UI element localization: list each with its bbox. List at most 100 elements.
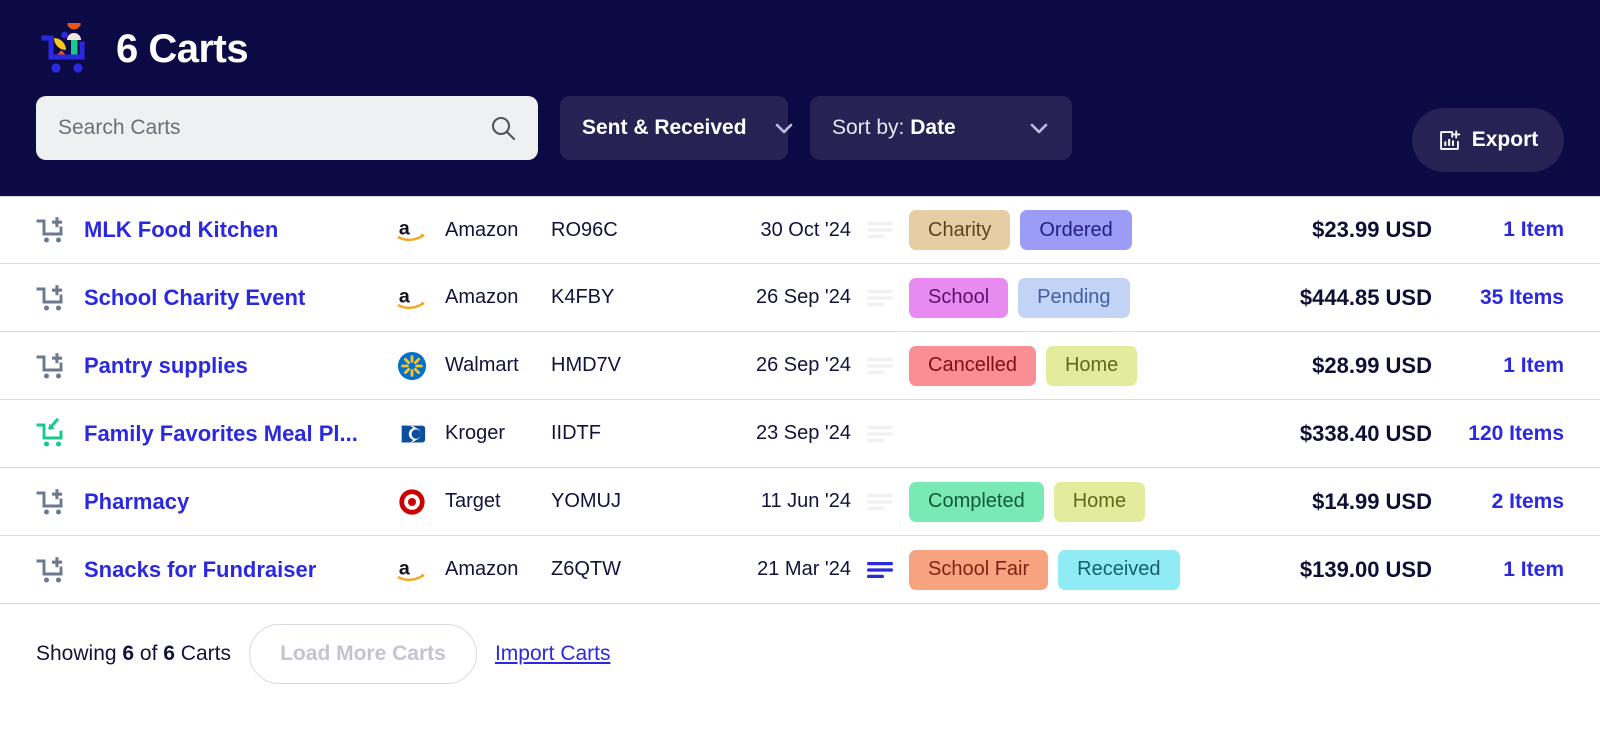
cart-name-link[interactable]: MLK Food Kitchen — [84, 217, 393, 243]
svg-text:a: a — [399, 285, 411, 307]
cart-plus-icon — [36, 554, 70, 586]
filter-dropdown[interactable]: Sent & Received — [560, 96, 792, 160]
search-box[interactable] — [36, 96, 538, 160]
tag-list: School Pending — [909, 277, 1227, 318]
store-name: Amazon — [445, 558, 519, 580]
table-row[interactable]: MLK Food Kitchen a Amazon RO96C 30 Oct '24 Ch… — [0, 196, 1600, 264]
tag-list: Cancelled Home — [909, 345, 1227, 386]
table-row[interactable]: Family Favorites Meal Pl... Kroger IIDTF 23… — [0, 400, 1600, 468]
table-row[interactable]: Pantry supplies Walmart HMD7V 26 Sep '24 Can… — [0, 332, 1600, 400]
sort-dropdown[interactable]: Sort by: Date — [810, 96, 1072, 160]
tag-badge[interactable]: Home — [1053, 481, 1146, 522]
cart-total: $139.00 USD — [1299, 556, 1432, 582]
cart-name-link[interactable]: Family Favorites Meal Pl... — [84, 421, 393, 447]
export-chart-icon — [1438, 129, 1461, 152]
amazon-logo: a — [393, 216, 431, 244]
amazon-logo: a — [393, 556, 431, 584]
tag-badge[interactable]: School — [909, 277, 1009, 318]
cart-date: 21 Mar '24 — [757, 558, 851, 580]
table-footer: Showing 6 of 6 Carts Load More Carts Imp… — [0, 604, 1600, 704]
cart-total: $338.40 USD — [1299, 420, 1432, 446]
cart-item-count-link[interactable]: 2 Items — [1492, 490, 1564, 513]
shopping-cart-logo-icon — [36, 18, 98, 80]
cart-name-link[interactable]: School Charity Event — [84, 285, 393, 311]
cart-code: HMD7V — [551, 354, 622, 376]
tag-list: Completed Home — [909, 481, 1227, 522]
export-button-label: Export — [1471, 128, 1539, 151]
brand: 6 Carts — [36, 0, 1564, 86]
amazon-logo: a — [393, 284, 431, 312]
tag-badge[interactable]: Received — [1058, 549, 1180, 590]
table-row[interactable]: Snacks for Fundraiser a Amazon Z6QTW 21 Mar … — [0, 536, 1600, 604]
tag-badge[interactable]: Ordered — [1020, 210, 1132, 250]
walmart-logo — [393, 351, 431, 381]
notes-lines-icon[interactable] — [851, 221, 909, 239]
cart-total: $14.99 USD — [1312, 488, 1432, 514]
svg-text:a: a — [399, 557, 411, 579]
page-title: 6 Carts — [116, 27, 249, 71]
cart-plus-icon — [36, 214, 70, 246]
notes-lines-icon[interactable] — [851, 289, 909, 307]
table-row[interactable]: Pharmacy Target YOMUJ 11 Jun '24 Completed Ho… — [0, 468, 1600, 536]
kroger-logo — [393, 419, 431, 449]
carts-table: MLK Food Kitchen a Amazon RO96C 30 Oct '24 Ch… — [0, 196, 1600, 604]
search-input[interactable] — [58, 116, 490, 140]
showing-count: Showing 6 of 6 Carts — [36, 642, 231, 666]
cart-date: 11 Jun '24 — [760, 490, 851, 512]
tag-badge[interactable]: Cancelled — [909, 345, 1036, 386]
tag-badge[interactable]: School Fair — [909, 549, 1049, 590]
cart-item-count-link[interactable]: 35 Items — [1480, 286, 1564, 309]
cart-name-link[interactable]: Snacks for Fundraiser — [84, 557, 393, 583]
table-row[interactable]: School Charity Event a Amazon K4FBY 26 Sep '… — [0, 264, 1600, 332]
tag-list: School Fair Received — [909, 549, 1227, 590]
tag-badge[interactable]: Pending — [1018, 277, 1130, 318]
cart-date: 23 Sep '24 — [755, 422, 851, 444]
cart-item-count-link[interactable]: 120 Items — [1468, 422, 1564, 445]
sort-dropdown-prefix: Sort by: — [832, 116, 905, 139]
shown-count: 6 — [122, 642, 135, 665]
store-name: Amazon — [445, 286, 519, 308]
cart-item-count-link[interactable]: 1 Item — [1503, 218, 1564, 241]
app-header: 6 Carts Sent & Received Sort by: — [0, 0, 1600, 196]
tag-badge[interactable]: Home — [1045, 345, 1138, 386]
cart-code: YOMUJ — [551, 490, 621, 512]
cart-code: Z6QTW — [551, 558, 621, 580]
cart-plus-icon — [36, 486, 70, 518]
cart-code: IIDTF — [551, 422, 601, 444]
showing-suffix: Carts — [174, 642, 231, 665]
cart-date: 26 Sep '24 — [755, 286, 851, 308]
sort-dropdown-value: Date — [910, 116, 956, 139]
filter-dropdown-label: Sent & Received — [582, 116, 747, 139]
notes-lines-icon[interactable] — [851, 425, 909, 443]
store-name: Amazon — [445, 218, 519, 241]
cart-name-link[interactable]: Pantry supplies — [84, 353, 393, 379]
import-carts-link[interactable]: Import Carts — [495, 642, 611, 666]
tag-list: Charity Ordered — [909, 210, 1227, 250]
tag-badge[interactable]: Completed — [909, 481, 1044, 522]
tag-badge[interactable]: Charity — [909, 210, 1011, 250]
cart-code: RO96C — [551, 218, 618, 241]
chevron-down-icon — [773, 117, 795, 139]
export-button[interactable]: Export — [1412, 108, 1564, 172]
store-name: Target — [445, 490, 501, 512]
notes-lines-icon[interactable] — [851, 493, 909, 511]
store-name: Kroger — [445, 422, 506, 444]
cart-total: $444.85 USD — [1299, 284, 1432, 310]
cart-total: $23.99 USD — [1312, 217, 1432, 242]
cart-name-link[interactable]: Pharmacy — [84, 489, 393, 515]
cart-date: 26 Sep '24 — [755, 354, 851, 376]
cart-item-count-link[interactable]: 1 Item — [1503, 354, 1564, 377]
cart-code: K4FBY — [551, 286, 615, 308]
cart-plus-icon — [36, 282, 70, 314]
search-icon[interactable] — [490, 115, 516, 141]
target-logo — [393, 487, 431, 517]
notes-lines-icon[interactable] — [851, 357, 909, 375]
showing-prefix: Showing — [36, 642, 123, 665]
load-more-button[interactable]: Load More Carts — [248, 624, 477, 684]
notes-lines-icon[interactable] — [851, 561, 909, 579]
cart-total: $28.99 USD — [1312, 352, 1432, 378]
cart-item-count-link[interactable]: 1 Item — [1503, 558, 1564, 581]
store-name: Walmart — [445, 354, 519, 376]
chevron-down-icon — [1028, 117, 1050, 139]
showing-mid: of — [134, 642, 164, 665]
